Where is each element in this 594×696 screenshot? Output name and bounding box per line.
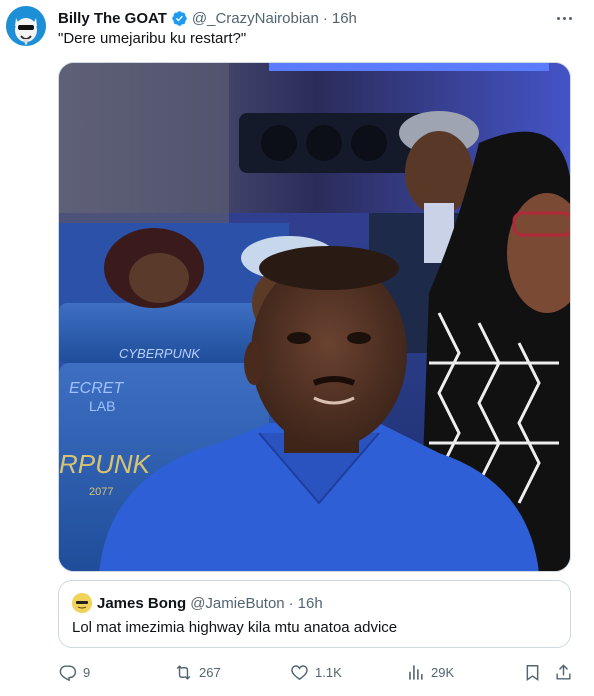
tweet[interactable]: Billy The GOAT @_CrazyNairobian · 16h "D… xyxy=(0,0,594,696)
reply-button[interactable]: 9 xyxy=(58,660,90,684)
retweet-count: 267 xyxy=(199,664,221,680)
quoted-author-name: James Bong xyxy=(97,594,187,612)
reply-count: 9 xyxy=(83,664,91,680)
share-icon xyxy=(556,664,571,680)
like-icon xyxy=(291,664,308,680)
author-handle[interactable]: @_CrazyNairobian xyxy=(192,10,319,27)
quoted-timestamp: 16h xyxy=(297,594,323,612)
matatu-photo: ECRET LAB CYBERPUNK RPUNK 2077 xyxy=(59,63,570,571)
share-button[interactable] xyxy=(554,660,573,684)
svg-text:2077: 2077 xyxy=(89,486,113,498)
quoted-tweet[interactable]: James Bong @JamieButon · 16h Lol mat ime… xyxy=(58,580,571,648)
views-count: 29K xyxy=(431,664,455,680)
svg-text:RPUNK: RPUNK xyxy=(59,449,152,479)
svg-text:ECRET: ECRET xyxy=(69,380,124,397)
quoted-header: James Bong @JamieButon · 16h xyxy=(97,593,323,613)
reply-icon xyxy=(59,664,77,681)
retweet-button[interactable]: 267 xyxy=(174,660,221,684)
author-name[interactable]: Billy The GOAT xyxy=(58,10,167,27)
like-count: 1.1K xyxy=(315,664,342,680)
verified-badge-icon xyxy=(172,10,187,26)
views-icon xyxy=(409,664,423,680)
quoted-author-handle: @JamieButon xyxy=(190,594,285,612)
separator-dot: · xyxy=(288,594,294,612)
action-bar: 9 267 1.1K 29K xyxy=(58,660,578,684)
quoted-avatar[interactable] xyxy=(72,593,92,613)
retweet-icon xyxy=(176,664,191,680)
tweet-header: Billy The GOAT @_CrazyNairobian · 16h xyxy=(58,7,554,29)
more-icon[interactable] xyxy=(554,10,574,26)
author-avatar[interactable] xyxy=(6,6,46,46)
goat-avatar-art xyxy=(6,6,46,46)
svg-text:LAB: LAB xyxy=(89,398,115,414)
tweet-text: "Dere umejaribu ku restart?" xyxy=(58,30,247,47)
like-button[interactable]: 1.1K xyxy=(290,660,342,684)
quoted-text: Lol mat imezimia highway kila mtu anatoa… xyxy=(72,619,398,636)
tweet-photo[interactable]: ECRET LAB CYBERPUNK RPUNK 2077 xyxy=(58,62,571,572)
separator-dot: · xyxy=(322,9,328,27)
svg-text:CYBERPUNK: CYBERPUNK xyxy=(119,346,201,361)
bookmark-button[interactable] xyxy=(523,660,542,684)
quoted-avatar-art xyxy=(72,593,92,613)
bookmark-icon xyxy=(526,664,539,681)
views-button[interactable]: 29K xyxy=(406,660,454,684)
tweet-timestamp[interactable]: 16h xyxy=(332,10,357,27)
